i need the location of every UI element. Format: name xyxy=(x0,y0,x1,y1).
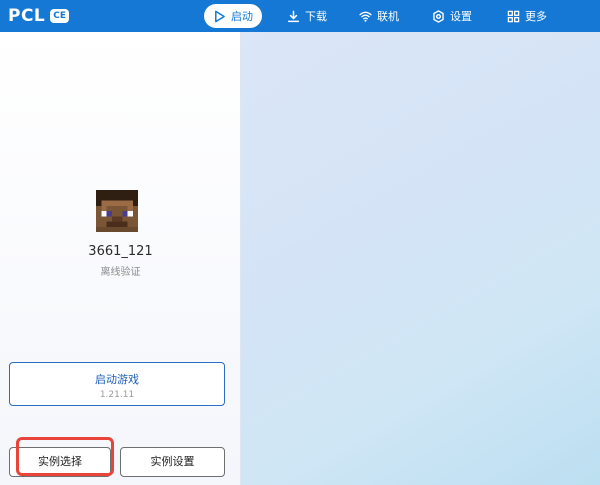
title-bar: PCL CE 启动 下载 联机 设置 更多 xyxy=(0,0,600,32)
minecraft-steve-head-icon[interactable] xyxy=(96,190,138,232)
instance-settings-button[interactable]: 实例设置 xyxy=(120,447,225,477)
app-name: PCL xyxy=(8,6,46,26)
nav-tab-label: 联机 xyxy=(377,10,399,23)
nav-tab-label: 更多 xyxy=(525,10,547,23)
nav-tab-label: 启动 xyxy=(231,10,253,23)
instance-select-button[interactable]: 实例选择 xyxy=(9,447,111,477)
launch-side-panel: 3661_121 离线验证 xyxy=(0,32,241,485)
username: 3661_121 xyxy=(88,244,153,259)
wifi-icon xyxy=(359,10,372,23)
gear-icon xyxy=(432,9,445,23)
nav-tab-download[interactable]: 下载 xyxy=(278,4,336,28)
nav-tab-label: 设置 xyxy=(450,10,472,23)
nav-tab-settings[interactable]: 设置 xyxy=(423,4,481,28)
nav-tab-launch[interactable]: 启动 xyxy=(204,4,262,28)
edition-badge: CE xyxy=(50,9,70,23)
play-icon xyxy=(213,10,226,23)
grid-icon xyxy=(507,10,520,23)
nav-tab-more[interactable]: 更多 xyxy=(498,4,556,28)
download-icon xyxy=(287,10,300,23)
app-brand: PCL CE xyxy=(8,5,70,27)
launch-version-label: 1.21.11 xyxy=(99,390,135,400)
launch-game-label: 启动游戏 xyxy=(95,373,139,386)
nav-tab-online[interactable]: 联机 xyxy=(350,4,408,28)
nav-tab-label: 下载 xyxy=(305,10,327,23)
main-content-area xyxy=(241,32,600,485)
auth-mode-label: 离线验证 xyxy=(100,267,141,278)
launch-game-button[interactable]: 启动游戏 1.21.11 xyxy=(9,362,225,406)
